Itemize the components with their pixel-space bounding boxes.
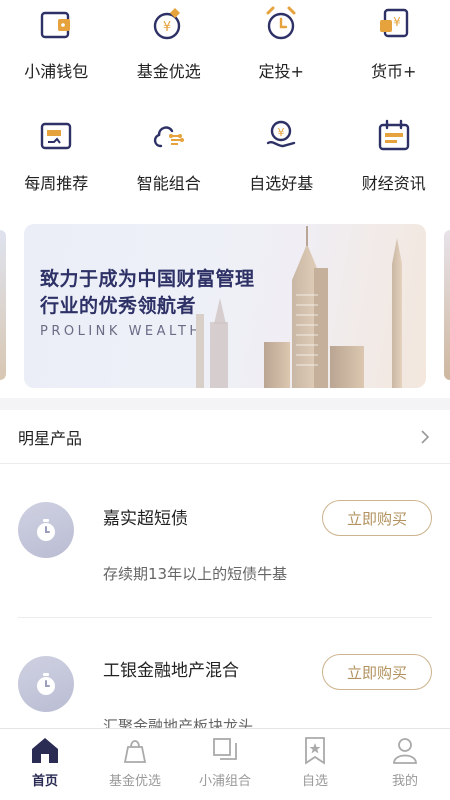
alarm-clock-icon (266, 6, 296, 40)
user-icon (393, 738, 417, 764)
stack-icon (213, 738, 237, 760)
tab-portfolio[interactable]: 小浦组合 (180, 729, 270, 800)
buy-now-button[interactable]: 立即购买 (322, 654, 432, 690)
buy-now-button[interactable]: 立即购买 (322, 500, 432, 536)
section-title: 明星产品 (18, 428, 83, 448)
tab-fund-select[interactable]: 基金优选 (90, 729, 180, 800)
quick-menu-label: 每周推荐 (24, 174, 89, 193)
product-avatar (18, 656, 74, 712)
svg-text:¥: ¥ (393, 15, 401, 29)
quick-menu-fund-select[interactable]: ¥ 基金优选 (113, 0, 226, 82)
banner-carousel[interactable]: 致力于成为中国财富管理 行业的优秀领航者 PROLINK WEALTH (0, 222, 450, 388)
product-name: 工银金融地产混合 (103, 661, 239, 681)
quick-menu-label: 智能组合 (136, 174, 201, 193)
currency-icon: ¥ (379, 8, 408, 38)
quick-menu-row-2: 每周推荐 智能组合 ¥ 自选好基 财经资讯 (0, 112, 450, 194)
product-card[interactable]: 嘉实超短债 存续期13年以上的短债牛基 立即购买 (0, 464, 450, 618)
quick-menu-news[interactable]: 财经资讯 (338, 112, 450, 194)
quick-menu-weekly[interactable]: 每周推荐 (0, 112, 113, 194)
svg-text:¥: ¥ (278, 126, 285, 139)
tab-profile[interactable]: 我的 (360, 729, 450, 800)
weekly-recommend-icon (41, 122, 72, 150)
calendar-news-icon (378, 119, 409, 151)
bottom-tab-bar: 首页 基金优选 小浦组合 自选 我的 (0, 728, 450, 800)
tab-label: 基金优选 (108, 774, 161, 789)
quick-menu-label: 定投+ (258, 62, 304, 81)
product-avatar (18, 502, 74, 558)
tab-label: 我的 (391, 774, 418, 789)
product-description: 存续期13年以上的短债牛基 (103, 565, 288, 583)
quick-menu-auto-invest[interactable]: 定投+ (225, 0, 338, 82)
tab-watchlist[interactable]: 自选 (270, 729, 360, 800)
quick-menu-label: 小浦钱包 (24, 62, 89, 81)
quick-menu-pick-funds[interactable]: ¥ 自选好基 (225, 112, 338, 194)
quick-menu-label: 货币+ (371, 62, 417, 81)
stopwatch-icon (37, 519, 55, 541)
cloud-network-icon (153, 126, 184, 148)
product-name: 嘉实超短债 (103, 509, 188, 529)
star-products-header[interactable]: 明星产品 (0, 410, 450, 464)
wallet-icon (41, 11, 71, 39)
stopwatch-icon (37, 673, 55, 695)
tab-label: 首页 (31, 774, 58, 789)
city-skyline-image (196, 226, 402, 388)
quick-menu-wallet[interactable]: 小浦钱包 (0, 0, 113, 82)
fund-select-icon: ¥ (153, 8, 180, 40)
hand-coin-icon: ¥ (267, 120, 296, 148)
svg-text:¥: ¥ (163, 20, 171, 35)
banner-headline-line2: 行业的优秀领航者 (40, 295, 197, 317)
tab-label: 自选 (301, 774, 328, 789)
quick-menu-label: 自选好基 (249, 174, 314, 193)
chevron-right-icon (421, 429, 430, 444)
banner-slide[interactable]: 致力于成为中国财富管理 行业的优秀领航者 PROLINK WEALTH (24, 224, 426, 388)
bag-icon (123, 740, 147, 763)
section-divider (0, 398, 450, 410)
tab-label: 小浦组合 (198, 774, 251, 789)
quick-menu-smart-portfolio[interactable]: 智能组合 (113, 112, 226, 194)
tab-home[interactable]: 首页 (0, 729, 90, 800)
quick-menu-label: 基金优选 (136, 62, 201, 81)
banner-prev-peek (0, 230, 6, 380)
banner-next-peek (444, 230, 450, 380)
quick-menu-label: 财经资讯 (361, 174, 426, 193)
quick-menu-row-1: 小浦钱包 ¥ 基金优选 定投+ ¥ 货币+ (0, 0, 450, 82)
banner-tagline: PROLINK WEALTH (40, 324, 203, 339)
bookmark-star-icon (305, 737, 325, 765)
home-icon (32, 738, 58, 763)
quick-menu-currency[interactable]: ¥ 货币+ (338, 0, 450, 82)
